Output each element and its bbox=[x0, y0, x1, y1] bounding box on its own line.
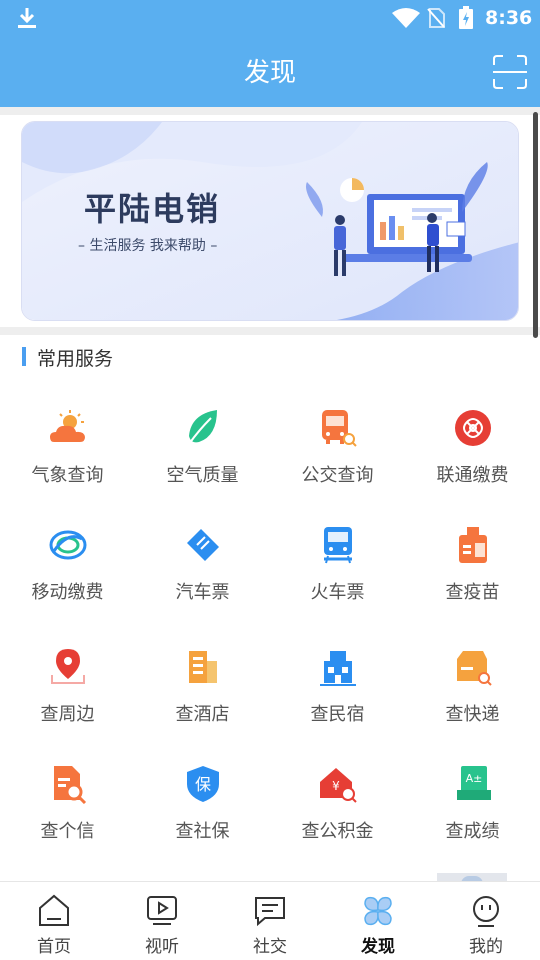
express-icon bbox=[456, 651, 492, 686]
scrollbar[interactable] bbox=[533, 112, 538, 338]
nav-item-video[interactable]: 视听 bbox=[108, 882, 216, 960]
bus-icon bbox=[321, 410, 357, 447]
service-social-security[interactable]: 保 查社保 bbox=[135, 764, 270, 874]
service-label: 空气质量 bbox=[166, 465, 239, 486]
service-vaccine[interactable]: 查疫苗 bbox=[405, 525, 540, 635]
banner-title: 平陆电销 bbox=[84, 190, 221, 228]
wifi-icon bbox=[392, 8, 420, 28]
service-label: 查酒店 bbox=[175, 704, 230, 725]
service-homestay[interactable]: 查民宿 bbox=[270, 647, 405, 757]
banner-subtitle: – 生活服务 我来帮助 – bbox=[78, 238, 218, 254]
mobile-icon bbox=[49, 530, 86, 560]
divider bbox=[0, 327, 540, 335]
service-label: 火车票 bbox=[310, 582, 365, 603]
service-label: 公交查询 bbox=[301, 465, 374, 486]
service-label: 查周边 bbox=[40, 704, 95, 725]
bottom-nav: 首页 视听 社交 发现 我的 bbox=[0, 881, 540, 960]
nav-item-profile[interactable]: 我的 bbox=[432, 882, 540, 960]
service-label: 查快递 bbox=[445, 704, 500, 725]
no-sim-icon bbox=[427, 8, 445, 28]
ticket-icon bbox=[186, 529, 219, 561]
service-label: 移动缴费 bbox=[31, 582, 104, 603]
svg-text:A±: A± bbox=[465, 772, 482, 785]
status-bar: 8:36 bbox=[0, 0, 540, 36]
leaf-icon bbox=[187, 410, 217, 445]
service-label: 查成绩 bbox=[445, 821, 500, 842]
service-score[interactable]: A± 查成绩 bbox=[405, 764, 540, 874]
profile-icon bbox=[473, 896, 499, 927]
header-bar: 8:36 发现 bbox=[0, 0, 540, 107]
service-label: 联通缴费 bbox=[436, 465, 509, 486]
service-air-quality[interactable]: 空气质量 bbox=[135, 408, 270, 518]
page-title: 发现 bbox=[243, 58, 296, 88]
nav-item-home[interactable]: 首页 bbox=[0, 882, 108, 960]
service-housing-fund[interactable]: ¥ 查公积金 bbox=[270, 764, 405, 874]
service-label: 汽车票 bbox=[175, 582, 230, 603]
service-bus-ticket[interactable]: 汽车票 bbox=[135, 525, 270, 635]
credit-icon bbox=[53, 766, 86, 804]
homestay-icon bbox=[319, 651, 356, 686]
video-icon bbox=[147, 896, 177, 925]
nav-label: 发现 bbox=[361, 937, 395, 957]
nav-label: 视听 bbox=[145, 937, 179, 957]
nav-label: 首页 bbox=[37, 937, 71, 957]
weather-icon bbox=[49, 410, 85, 442]
nav-label: 我的 bbox=[469, 937, 503, 957]
service-express[interactable]: 查快递 bbox=[405, 647, 540, 757]
train-icon bbox=[323, 527, 352, 564]
download-icon bbox=[18, 8, 36, 28]
nav-label: 社交 bbox=[253, 937, 287, 957]
service-nearby[interactable]: 查周边 bbox=[0, 647, 135, 757]
score-icon: A± bbox=[456, 766, 491, 800]
housing-fund-icon: ¥ bbox=[319, 768, 357, 803]
service-weather[interactable]: 气象查询 bbox=[0, 408, 135, 518]
service-label: 查公积金 bbox=[301, 821, 374, 842]
service-train[interactable]: 火车票 bbox=[270, 525, 405, 635]
discover-icon bbox=[364, 896, 392, 926]
service-mobile[interactable]: 移动缴费 bbox=[0, 525, 135, 635]
hotel-icon bbox=[188, 651, 217, 683]
service-label: 查民宿 bbox=[310, 704, 365, 725]
home-icon bbox=[39, 894, 69, 926]
service-label: 查疫苗 bbox=[445, 582, 500, 603]
service-label: 气象查询 bbox=[31, 465, 104, 486]
vaccine-icon bbox=[458, 527, 487, 563]
service-bus[interactable]: 公交查询 bbox=[270, 408, 405, 518]
service-label: 查社保 bbox=[175, 821, 230, 842]
service-hotel[interactable]: 查酒店 bbox=[135, 647, 270, 757]
location-icon bbox=[50, 649, 85, 684]
svg-text:保: 保 bbox=[194, 775, 210, 794]
chat-icon bbox=[255, 897, 285, 927]
service-unicom[interactable]: 联通缴费 bbox=[405, 408, 540, 518]
divider bbox=[0, 107, 540, 115]
social-security-icon: 保 bbox=[186, 766, 219, 802]
service-label: 查个信 bbox=[40, 821, 95, 842]
scan-icon[interactable] bbox=[493, 55, 527, 89]
section-accent bbox=[22, 347, 26, 366]
unicom-icon bbox=[454, 410, 491, 446]
section-title: 常用服务 bbox=[37, 348, 114, 370]
status-time: 8:36 bbox=[485, 7, 533, 29]
service-credit[interactable]: 查个信 bbox=[0, 764, 135, 874]
battery-icon bbox=[459, 6, 473, 29]
svg-text:¥: ¥ bbox=[332, 779, 340, 793]
nav-item-social[interactable]: 社交 bbox=[216, 882, 324, 960]
nav-item-discover[interactable]: 发现 bbox=[324, 882, 432, 960]
